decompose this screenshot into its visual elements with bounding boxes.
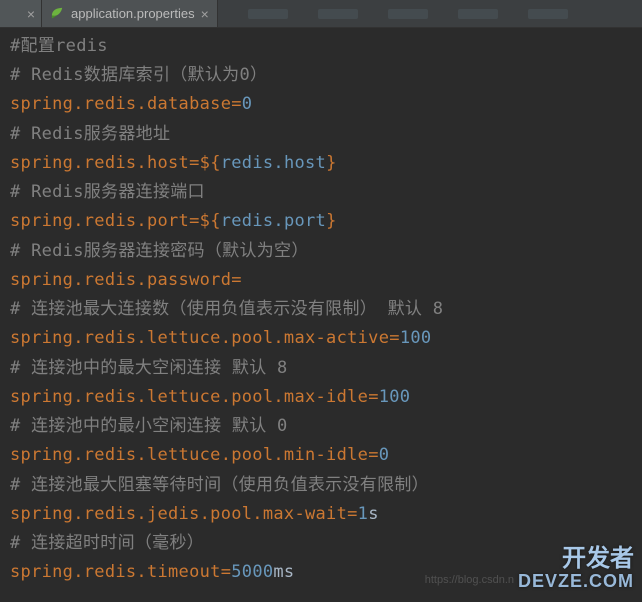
code-line: spring.redis.jedis.pool.max-wait=1s bbox=[10, 500, 632, 529]
code-line: # Redis服务器连接端口 bbox=[10, 178, 632, 207]
close-icon[interactable]: × bbox=[27, 6, 35, 22]
code-line: # Redis数据库索引（默认为0） bbox=[10, 61, 632, 90]
code-line: spring.redis.host=${redis.host} bbox=[10, 149, 632, 178]
tab-ghost bbox=[318, 9, 358, 19]
code-line: spring.redis.lettuce.pool.max-idle=100 bbox=[10, 383, 632, 412]
close-icon[interactable]: × bbox=[201, 6, 209, 22]
code-line: # Redis服务器连接密码（默认为空） bbox=[10, 237, 632, 266]
code-line: spring.redis.lettuce.pool.max-active=100 bbox=[10, 324, 632, 353]
code-line: # 连接池中的最大空闲连接 默认 8 bbox=[10, 354, 632, 383]
tab-active[interactable]: application.properties × bbox=[42, 0, 218, 27]
tab-bar-rest bbox=[218, 0, 642, 27]
code-line: spring.redis.lettuce.pool.min-idle=0 bbox=[10, 441, 632, 470]
tab-ghost bbox=[458, 9, 498, 19]
code-line: # 连接池最大阻塞等待时间（使用负值表示没有限制） bbox=[10, 471, 632, 500]
code-line: spring.redis.port=${redis.port} bbox=[10, 207, 632, 236]
tab-ghost bbox=[528, 9, 568, 19]
tab-bar: × application.properties × bbox=[0, 0, 642, 28]
code-line: spring.redis.password= bbox=[10, 266, 632, 295]
code-line: # Redis服务器地址 bbox=[10, 120, 632, 149]
code-line: #配置redis bbox=[10, 32, 632, 61]
tab-previous[interactable]: × bbox=[0, 0, 42, 27]
code-line: spring.redis.timeout=5000ms bbox=[10, 558, 632, 587]
code-line: # 连接超时时间（毫秒） bbox=[10, 529, 632, 558]
tab-ghost bbox=[388, 9, 428, 19]
code-line: # 连接池中的最小空闲连接 默认 0 bbox=[10, 412, 632, 441]
spring-leaf-icon bbox=[50, 6, 65, 21]
tab-filename: application.properties bbox=[71, 6, 195, 21]
code-line: # 连接池最大连接数（使用负值表示没有限制） 默认 8 bbox=[10, 295, 632, 324]
tab-ghost bbox=[248, 9, 288, 19]
code-line: spring.redis.database=0 bbox=[10, 90, 632, 119]
code-editor[interactable]: #配置redis# Redis数据库索引（默认为0）spring.redis.d… bbox=[0, 28, 642, 591]
